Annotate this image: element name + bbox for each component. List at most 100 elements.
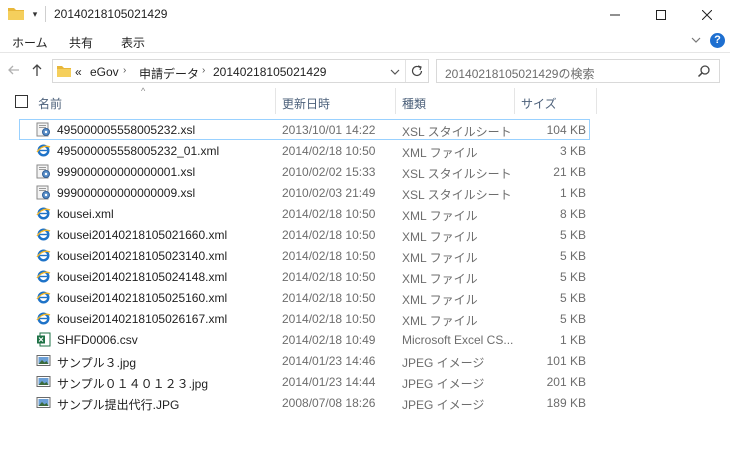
xml-icon	[36, 290, 51, 305]
file-size: 104 KB	[546, 123, 586, 137]
breadcrumb-egov[interactable]: eGov	[90, 65, 119, 79]
file-name: 495000005558005232.xsl	[57, 123, 196, 137]
file-type: XSL スタイルシート	[402, 188, 512, 202]
file-size: 5 KB	[559, 312, 586, 326]
file-date-modified: 2014/02/18 10:50	[282, 270, 376, 284]
search-icon[interactable]	[697, 64, 711, 78]
file-date-modified: 2014/02/18 10:49	[282, 333, 376, 347]
file-date-modified: 2014/01/23 14:46	[282, 354, 376, 368]
column-divider[interactable]	[275, 88, 276, 114]
file-size: 5 KB	[559, 270, 586, 284]
column-divider[interactable]	[395, 88, 396, 114]
column-header: ^ 名前 更新日時 種類 サイズ	[0, 86, 730, 114]
back-arrow-icon[interactable]	[7, 63, 21, 77]
file-name: kousei20140218105025160.xml	[57, 291, 228, 305]
file-row[interactable]: SHFD0006.csv 2014/02/18 10:49 Microsoft Ex…	[19, 329, 590, 350]
tab-view[interactable]: 表示	[121, 34, 145, 51]
file-name: サンプル０１４０１２３.jpg	[57, 377, 208, 391]
close-icon	[702, 9, 712, 20]
file-type: XSL スタイルシート	[402, 167, 512, 181]
file-name: サンプル提出代行.JPG	[57, 398, 180, 412]
file-size: 189 KB	[546, 396, 586, 410]
xsl-icon	[36, 122, 51, 137]
jpeg-image-icon	[36, 374, 51, 389]
minimize-icon	[610, 14, 620, 15]
file-name: kousei.xml	[57, 207, 114, 221]
file-row[interactable]: 495000005558005232.xsl 2013/10/01 14:22 XS…	[19, 119, 590, 140]
file-date-modified: 2010/02/03 21:49	[282, 186, 376, 200]
tab-home[interactable]: ホーム	[12, 34, 48, 51]
jpeg-image-icon	[36, 353, 51, 368]
minimize-button[interactable]	[592, 0, 638, 29]
file-type: JPEG イメージ	[402, 377, 485, 391]
file-name: kousei20140218105023140.xml	[57, 249, 228, 263]
file-size: 5 KB	[559, 291, 586, 305]
jpeg-image-icon	[36, 395, 51, 410]
file-date-modified: 2014/02/18 10:50	[282, 291, 376, 305]
file-row[interactable]: 495000005558005232_01.xml 2014/02/18 10:5…	[19, 140, 590, 161]
title-bar: ▾ 20140218105021429	[0, 0, 730, 29]
chevron-down-icon[interactable]	[388, 66, 402, 78]
column-divider[interactable]	[596, 88, 597, 114]
file-date-modified: 2010/02/02 15:33	[282, 165, 376, 179]
breadcrumb-current-folder[interactable]: 20140218105021429	[213, 65, 326, 79]
file-type: JPEG イメージ	[402, 356, 485, 370]
file-type: XML ファイル	[402, 251, 478, 265]
column-size[interactable]: サイズ	[521, 95, 557, 112]
address-divider	[405, 60, 406, 82]
xml-icon	[36, 227, 51, 242]
help-icon[interactable]: ?	[710, 33, 725, 48]
file-row[interactable]: kousei20140218105024148.xml 2014/02/18 10…	[19, 266, 590, 287]
file-name: 495000005558005232_01.xml	[57, 144, 220, 158]
select-all-checkbox[interactable]	[15, 95, 28, 108]
file-size: 5 KB	[559, 249, 586, 263]
refresh-icon[interactable]	[409, 63, 425, 79]
file-date-modified: 2014/02/18 10:50	[282, 207, 376, 221]
file-type: XML ファイル	[402, 230, 478, 244]
file-row[interactable]: サンプル３.jpg 2014/01/23 14:46 JPEG イメージ 101 KB	[19, 350, 590, 371]
xml-icon	[36, 206, 51, 221]
file-date-modified: 2014/01/23 14:44	[282, 375, 376, 389]
search-box[interactable]: 20140218105021429の検索	[436, 59, 720, 83]
file-type: XML ファイル	[402, 293, 478, 307]
quick-access-dropdown-icon[interactable]: ▾	[30, 8, 40, 20]
xml-icon	[36, 143, 51, 158]
column-divider[interactable]	[514, 88, 515, 114]
file-row[interactable]: kousei20140218105021660.xml 2014/02/18 10…	[19, 224, 590, 245]
chevron-down-icon[interactable]	[689, 33, 703, 47]
breadcrumb-application-data[interactable]: 申請データ	[139, 65, 199, 82]
up-arrow-icon[interactable]	[30, 63, 44, 77]
file-type: XML ファイル	[402, 146, 478, 160]
file-row[interactable]: サンプル提出代行.JPG 2008/07/08 18:26 JPEG イメージ 189…	[19, 392, 590, 413]
breadcrumb-chevron-icon[interactable]: ›	[123, 65, 126, 76]
search-input[interactable]: 20140218105021429の検索	[445, 65, 594, 82]
file-row[interactable]: kousei20140218105025160.xml 2014/02/18 10…	[19, 287, 590, 308]
breadcrumb-chevron-icon[interactable]: ›	[202, 65, 205, 76]
close-button[interactable]	[684, 0, 730, 29]
column-date-modified[interactable]: 更新日時	[282, 95, 330, 112]
file-type: XML ファイル	[402, 272, 478, 286]
file-type: XML ファイル	[402, 314, 478, 328]
file-row[interactable]: kousei.xml 2014/02/18 10:50 XML ファイル 8 KB	[19, 203, 590, 224]
column-name[interactable]: 名前	[38, 95, 62, 112]
xml-icon	[36, 248, 51, 263]
file-name: 999000000000000009.xsl	[57, 186, 196, 200]
file-name: SHFD0006.csv	[57, 333, 138, 347]
file-row[interactable]: サンプル０１４０１２３.jpg 2014/01/23 14:44 JPEG イメージ…	[19, 371, 590, 392]
excel-csv-icon	[36, 332, 51, 347]
file-name: サンプル３.jpg	[57, 356, 136, 370]
tab-share[interactable]: 共有	[69, 34, 93, 51]
file-row[interactable]: 999000000000000001.xsl 2010/02/02 15:33 XS…	[19, 161, 590, 182]
file-date-modified: 2014/02/18 10:50	[282, 312, 376, 326]
file-type: XSL スタイルシート	[402, 125, 512, 139]
title-separator	[45, 6, 46, 22]
maximize-button[interactable]	[638, 0, 684, 29]
file-row[interactable]: kousei20140218105026167.xml 2014/02/18 10…	[19, 308, 590, 329]
address-bar[interactable]: « eGov › 申請データ › 20140218105021429	[52, 59, 429, 83]
file-row[interactable]: kousei20140218105023140.xml 2014/02/18 10…	[19, 245, 590, 266]
address-overflow[interactable]: «	[75, 65, 82, 79]
column-type[interactable]: 種類	[402, 95, 426, 112]
file-size: 8 KB	[559, 207, 586, 221]
file-row[interactable]: 999000000000000009.xsl 2010/02/03 21:49 XS…	[19, 182, 590, 203]
file-name: kousei20140218105026167.xml	[57, 312, 228, 326]
